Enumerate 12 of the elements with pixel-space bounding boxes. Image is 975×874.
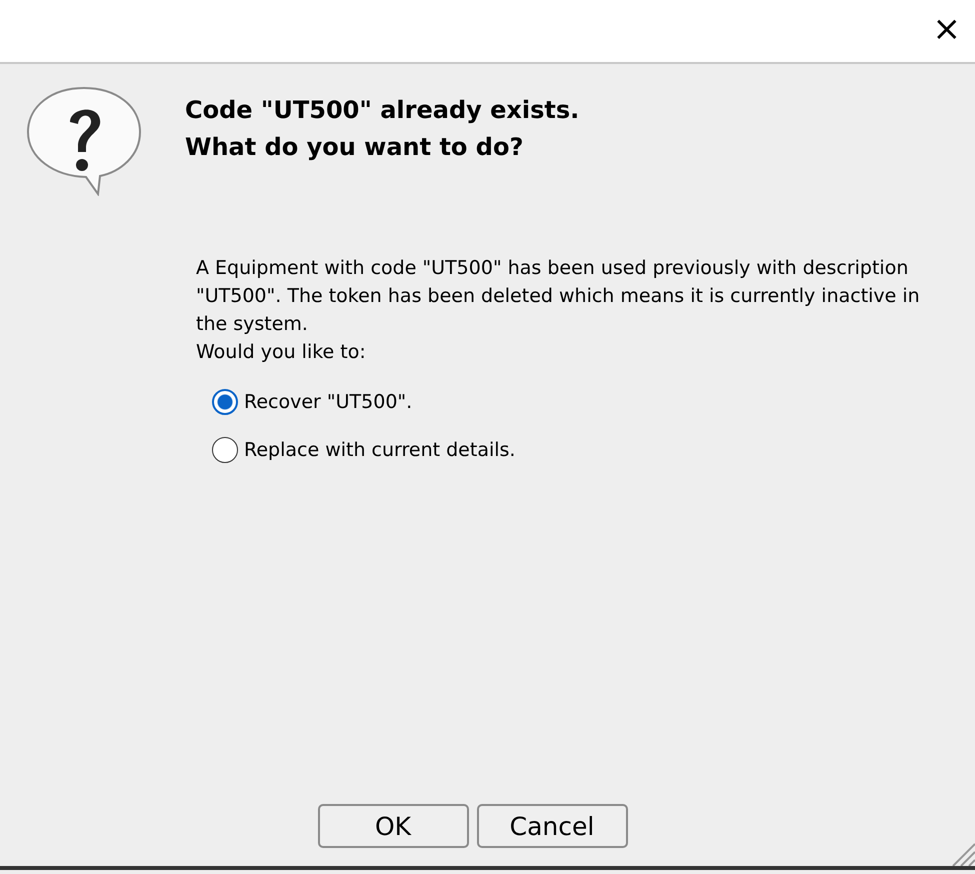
message-text: A Equipment with code "UT500" has been used previously with description "UT500". The token has been deleted which means it is currently inactive in the system. [196, 256, 921, 337]
radio-option[interactable]: Replace with current details. [212, 436, 975, 464]
radio-option[interactable]: Recover "UT500". [212, 388, 975, 416]
radio-button[interactable] [212, 436, 238, 463]
close-button[interactable]: × [918, 12, 975, 50]
dialog-heading: Code "UT500" already exists. [185, 95, 580, 126]
dialog-button[interactable]: OK [318, 804, 468, 848]
dialog-heading: What do you want to do? [185, 132, 524, 163]
dialog-button[interactable]: Cancel [476, 804, 628, 848]
prompt-text: Would you like to: [196, 340, 367, 365]
help-bubble-icon [26, 86, 144, 196]
radio-button[interactable] [212, 389, 238, 416]
